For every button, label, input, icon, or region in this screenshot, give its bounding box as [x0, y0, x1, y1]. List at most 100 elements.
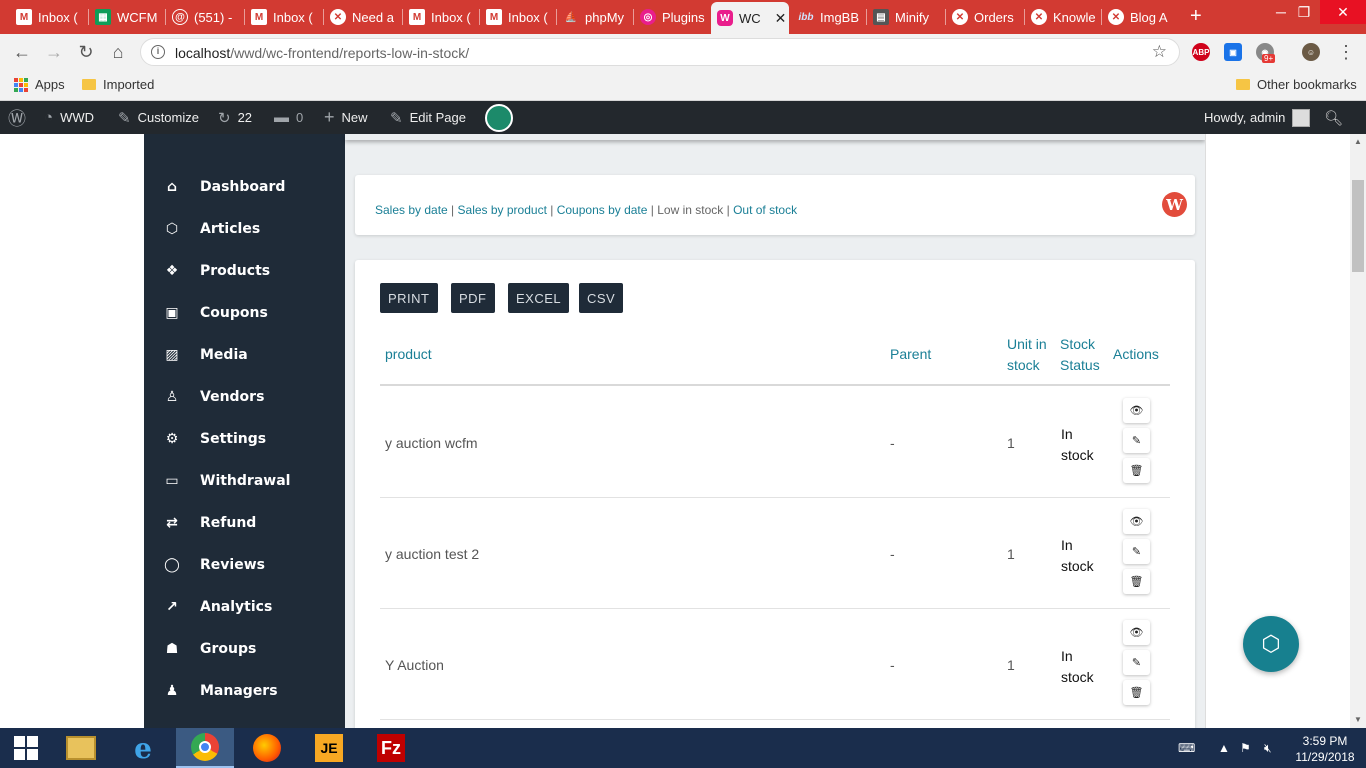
- column-header-stock-status[interactable]: Stock Status: [1060, 334, 1100, 376]
- sidebar-item-articles[interactable]: ⬡ Articles: [144, 208, 345, 250]
- wordpress-logo-icon[interactable]: W: [1162, 192, 1187, 217]
- chrome-menu-icon[interactable]: ⋮: [1336, 42, 1356, 62]
- windows-start-icon[interactable]: [0, 728, 52, 768]
- scroll-up-icon[interactable]: ▲: [1350, 134, 1366, 150]
- bookmark-imported[interactable]: Imported: [82, 77, 154, 92]
- tab-wcfm[interactable]: ▦ WCFM: [89, 4, 165, 30]
- tab-inbox-4[interactable]: M Inbox (: [480, 4, 556, 30]
- sidebar-item-reviews[interactable]: ◯ Reviews: [144, 544, 345, 586]
- tab-minify[interactable]: ▤ Minify: [867, 4, 945, 30]
- tab-inbox-2[interactable]: M Inbox (: [245, 4, 323, 30]
- forward-icon[interactable]: →: [44, 42, 64, 62]
- keyboard-icon[interactable]: ⌨: [1178, 728, 1195, 768]
- csv-button[interactable]: CSV: [579, 283, 624, 313]
- page-scrollbar[interactable]: ▲ ▼: [1350, 134, 1366, 728]
- sidebar-item-managers[interactable]: ♟ Managers: [144, 670, 345, 712]
- sidebar-item-refund[interactable]: ⇄ Refund: [144, 502, 345, 544]
- trash-icon[interactable]: 🗑︎: [1123, 458, 1150, 483]
- trash-icon[interactable]: 🗑︎: [1123, 680, 1150, 705]
- wp-logo-icon[interactable]: Ⓦ: [8, 101, 26, 134]
- admin-bar-customize[interactable]: ✎ Customize: [118, 101, 199, 134]
- site-info-icon[interactable]: i: [151, 45, 165, 59]
- sidebar-item-vendors[interactable]: ♙ Vendors: [144, 376, 345, 418]
- column-header-unit-in-stock[interactable]: Unit in stock: [1007, 334, 1047, 376]
- tab-inbox-3[interactable]: M Inbox (: [403, 4, 479, 30]
- wcfm-admin-bar-icon[interactable]: [485, 101, 513, 134]
- bookmark-other[interactable]: Other bookmarks: [1236, 77, 1357, 92]
- report-link-sales-by-date[interactable]: Sales by date: [375, 203, 448, 217]
- new-tab-icon[interactable]: +: [1190, 6, 1202, 26]
- tab-orders[interactable]: ✕ Orders: [946, 4, 1024, 30]
- jetbrains-icon[interactable]: JE: [300, 728, 358, 768]
- wcfm-floating-button-cube-icon[interactable]: ⬡: [1243, 616, 1299, 672]
- volume-muted-icon[interactable]: 🔇︎: [1264, 728, 1272, 768]
- view-eye-icon[interactable]: 👁︎: [1123, 620, 1150, 645]
- report-link-sales-by-product[interactable]: Sales by product: [458, 203, 547, 217]
- back-icon[interactable]: ←: [12, 42, 32, 62]
- admin-bar-new[interactable]: + New: [324, 101, 368, 134]
- trash-icon[interactable]: 🗑︎: [1123, 569, 1150, 594]
- view-eye-icon[interactable]: 👁︎: [1123, 398, 1150, 423]
- tab-551[interactable]: @ (551) -: [166, 4, 244, 30]
- adblock-icon[interactable]: ABP: [1192, 43, 1210, 61]
- sidebar-item-withdrawal[interactable]: ▭ Withdrawal: [144, 460, 345, 502]
- window-close-icon[interactable]: ✕: [1320, 0, 1366, 24]
- taskbar-clock[interactable]: 3:59 PM 11/29/2018: [1290, 733, 1360, 765]
- close-tab-icon[interactable]: ✕: [775, 10, 787, 27]
- admin-bar-edit-page[interactable]: ✎ Edit Page: [390, 101, 466, 134]
- sidebar-item-groups[interactable]: ☗ Groups: [144, 628, 345, 670]
- chrome-taskbar-icon[interactable]: [176, 728, 234, 768]
- report-link-out-of-stock[interactable]: Out of stock: [733, 203, 797, 217]
- sidebar-item-dashboard[interactable]: ⌂ Dashboard: [144, 166, 345, 208]
- dashboard-gauge-icon: ◔: [44, 109, 54, 126]
- firefox-icon[interactable]: [238, 728, 296, 768]
- screenshot-extension-icon[interactable]: ▣: [1224, 43, 1242, 61]
- parent-value: -: [890, 546, 895, 562]
- tab-plugins[interactable]: ◎ Plugins: [634, 4, 710, 30]
- tab-phpmyadmin[interactable]: ⛵ phpMy: [557, 4, 633, 30]
- report-link-coupons-by-date[interactable]: Coupons by date: [557, 203, 648, 217]
- scrollbar-thumb[interactable]: [1352, 180, 1364, 272]
- admin-bar-updates[interactable]: ↻ 22: [218, 101, 252, 134]
- tab-imgbb[interactable]: ibb ImgBB: [792, 4, 866, 30]
- low-stock-card: PRINT PDF EXCEL CSV product Parent Unit …: [355, 260, 1195, 728]
- excel-button[interactable]: EXCEL: [508, 283, 570, 313]
- print-button[interactable]: PRINT: [380, 283, 438, 313]
- edit-icon[interactable]: ✎: [1123, 539, 1150, 564]
- pdf-button[interactable]: PDF: [451, 283, 495, 313]
- bookmark-star-icon[interactable]: ☆: [1152, 42, 1167, 62]
- column-header-parent[interactable]: Parent: [890, 344, 931, 365]
- sidebar-item-media[interactable]: ▨ Media: [144, 334, 345, 376]
- admin-bar-account[interactable]: Howdy, admin: [1204, 101, 1311, 134]
- column-header-product[interactable]: product: [385, 344, 432, 365]
- filezilla-icon[interactable]: Fz: [362, 728, 420, 768]
- reload-icon[interactable]: ↻: [76, 42, 96, 62]
- x-icon: ✕: [1031, 9, 1047, 25]
- sidebar-item-settings[interactable]: ⚙ Settings: [144, 418, 345, 460]
- edit-icon[interactable]: ✎: [1123, 428, 1150, 453]
- sidebar-item-coupons[interactable]: ▣ Coupons: [144, 292, 345, 334]
- bookmark-apps[interactable]: Apps: [14, 77, 65, 92]
- address-bar[interactable]: i localhost/wwd/wc-frontend/reports-low-…: [140, 38, 1180, 66]
- scroll-down-icon[interactable]: ▼: [1350, 712, 1366, 728]
- sidebar-item-analytics[interactable]: ↗ Analytics: [144, 586, 345, 628]
- file-explorer-icon[interactable]: [52, 728, 110, 768]
- edit-icon[interactable]: ✎: [1123, 650, 1150, 675]
- admin-bar-comments[interactable]: ▬ 0: [274, 101, 303, 134]
- network-icon[interactable]: ⚑: [1240, 728, 1251, 768]
- tab-wc-active[interactable]: W WC ✕: [711, 2, 789, 34]
- profile-avatar[interactable]: ☺: [1302, 43, 1320, 61]
- x-icon: ✕: [330, 9, 346, 25]
- tray-arrow-icon[interactable]: ▲: [1218, 728, 1230, 768]
- sidebar-item-products[interactable]: ❖ Products: [144, 250, 345, 292]
- tab-blog[interactable]: ✕ Blog A: [1102, 4, 1180, 30]
- internet-explorer-icon[interactable]: e: [114, 728, 172, 768]
- admin-bar-site[interactable]: ◔ WWD: [44, 101, 94, 134]
- tab-inbox-1[interactable]: M Inbox (: [10, 4, 88, 30]
- admin-bar-search-icon[interactable]: 🔍︎: [1324, 101, 1343, 134]
- tab-need-a[interactable]: ✕ Need a: [324, 4, 402, 30]
- report-link-low-in-stock: Low in stock: [657, 203, 724, 217]
- home-icon[interactable]: ⌂: [108, 42, 128, 62]
- view-eye-icon[interactable]: 👁︎: [1123, 509, 1150, 534]
- tab-knowledge[interactable]: ✕ Knowle: [1025, 4, 1101, 30]
